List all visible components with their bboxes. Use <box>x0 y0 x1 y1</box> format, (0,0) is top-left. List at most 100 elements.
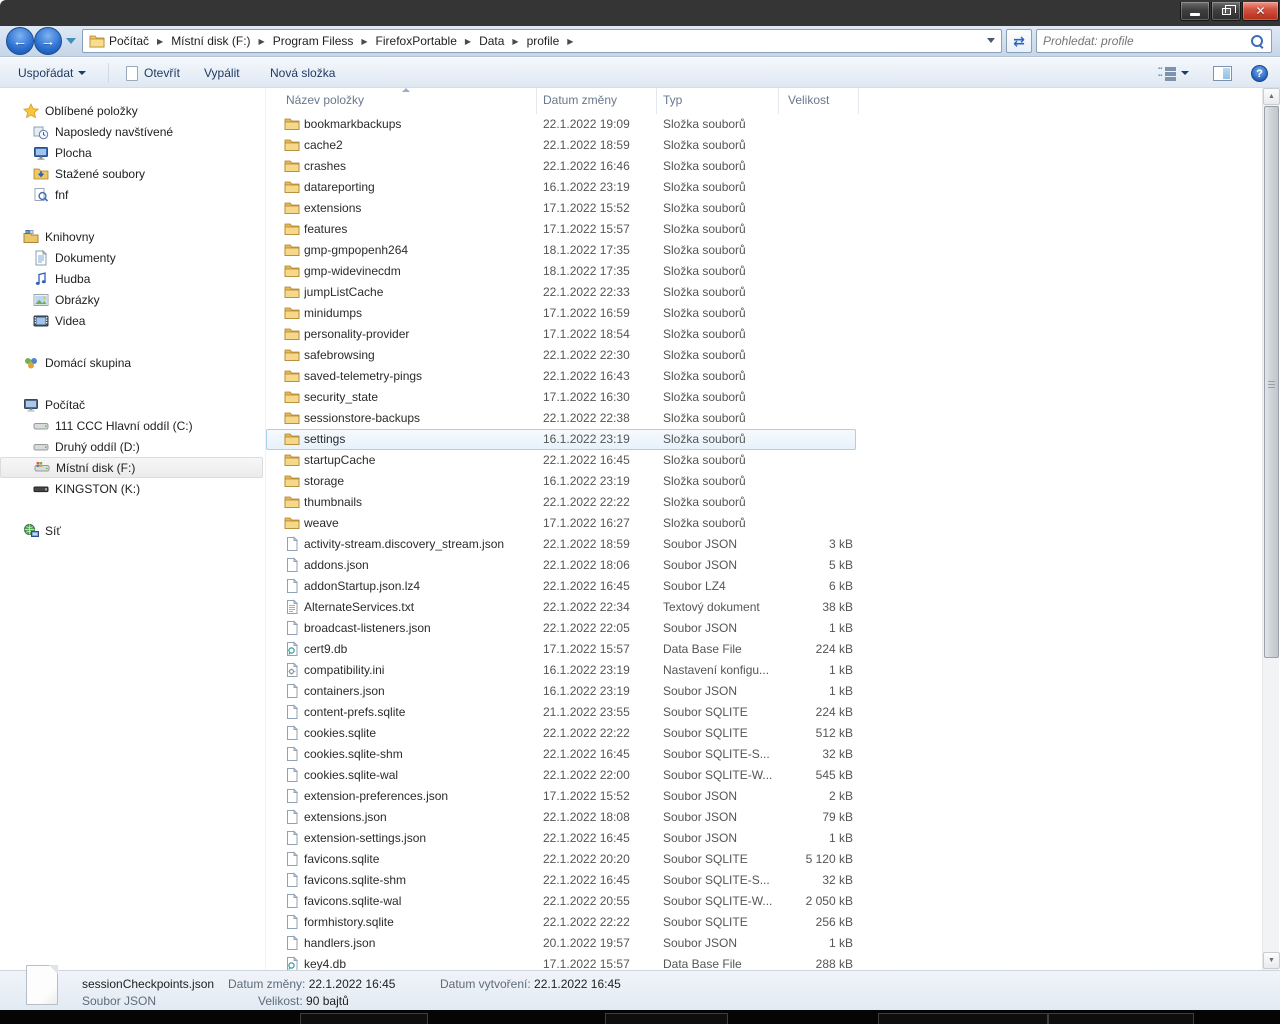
column-divider[interactable] <box>656 88 657 114</box>
file-row-gmp-widevinecdm[interactable]: gmp-widevinecdm 18.1.2022 17:35 Složka s… <box>266 261 1262 282</box>
refresh-button[interactable]: ⇄ <box>1006 29 1032 53</box>
sidebar-item-Druhý oddíl (D:)[interactable]: Druhý oddíl (D:) <box>0 436 263 457</box>
file-row-extension-settings.json[interactable]: extension-settings.json 22.1.2022 16:45 … <box>266 828 1262 849</box>
file-row-broadcast-listeners.json[interactable]: broadcast-listeners.json 22.1.2022 22:05… <box>266 618 1262 639</box>
change-view-button[interactable] <box>1150 62 1197 84</box>
sidebar-group-Knihovny[interactable]: Knihovny <box>0 226 263 247</box>
scroll-down-button[interactable]: ▼ <box>1263 952 1280 969</box>
sidebar-item-Obrázky[interactable]: Obrázky <box>0 289 263 310</box>
column-divider[interactable] <box>536 88 537 114</box>
file-row-extension-preferences.json[interactable]: extension-preferences.json 17.1.2022 15:… <box>266 786 1262 807</box>
column-divider[interactable] <box>778 88 779 114</box>
organize-button[interactable]: Uspořádat <box>10 62 94 84</box>
breadcrumb-separator-icon[interactable]: ▶ <box>251 37 273 46</box>
burn-button[interactable]: Vypálit <box>196 62 248 84</box>
file-row-handlers.json[interactable]: handlers.json 20.1.2022 19:57 Soubor JSO… <box>266 933 1262 954</box>
sidebar-item-Hudba[interactable]: Hudba <box>0 268 263 289</box>
address-dropdown-icon[interactable] <box>987 38 995 43</box>
search-icon[interactable] <box>1249 33 1265 49</box>
file-row-jumpListCache[interactable]: jumpListCache 22.1.2022 22:33 Složka sou… <box>266 282 1262 303</box>
sidebar-group-Počítač[interactable]: Počítač <box>0 394 263 415</box>
back-button[interactable]: ← <box>6 27 34 55</box>
file-row-saved-telemetry-pings[interactable]: saved-telemetry-pings 22.1.2022 16:43 Sl… <box>266 366 1262 387</box>
file-row-crashes[interactable]: crashes 22.1.2022 16:46 Složka souborů <box>266 156 1262 177</box>
sidebar-item-Stažené soubory[interactable]: Stažené soubory <box>0 163 263 184</box>
breadcrumb-item[interactable]: Program Filess <box>273 34 354 48</box>
sidebar-group-Domácí skupina[interactable]: Domácí skupina <box>0 352 263 373</box>
sidebar-item-111 CCC Hlavní oddíl (C:)[interactable]: 111 CCC Hlavní oddíl (C:) <box>0 415 263 436</box>
file-row-weave[interactable]: weave 17.1.2022 16:27 Složka souborů <box>266 513 1262 534</box>
breadcrumb-separator-icon[interactable]: ▶ <box>559 37 581 46</box>
breadcrumb-separator-icon[interactable]: ▶ <box>149 37 171 46</box>
file-row-security_state[interactable]: security_state 17.1.2022 16:30 Složka so… <box>266 387 1262 408</box>
file-row-cookies.sqlite-wal[interactable]: cookies.sqlite-wal 22.1.2022 22:00 Soubo… <box>266 765 1262 786</box>
column-header-date[interactable]: Datum změny <box>543 93 617 107</box>
file-row-storage[interactable]: storage 16.1.2022 23:19 Složka souborů <box>266 471 1262 492</box>
file-row-compatibility.ini[interactable]: compatibility.ini 16.1.2022 23:19 Nastav… <box>266 660 1262 681</box>
column-header-type[interactable]: Typ <box>663 93 682 107</box>
help-button[interactable]: ? <box>1243 62 1276 84</box>
breadcrumb-item[interactable]: Data <box>479 34 504 48</box>
close-button[interactable]: ✕ <box>1242 2 1279 21</box>
sidebar-item-Dokumenty[interactable]: Dokumenty <box>0 247 263 268</box>
breadcrumb-separator-icon[interactable]: ▶ <box>353 37 375 46</box>
taskbar-button[interactable] <box>878 1013 1048 1024</box>
breadcrumb-separator-icon[interactable]: ▶ <box>457 37 479 46</box>
file-row-gmp-gmpopenh264[interactable]: gmp-gmpopenh264 18.1.2022 17:35 Složka s… <box>266 240 1262 261</box>
taskbar-button[interactable] <box>605 1013 728 1024</box>
minimize-button[interactable] <box>1180 2 1210 21</box>
file-row-key4.db[interactable]: key4.db 17.1.2022 15:57 Data Base File 2… <box>266 954 1262 970</box>
file-row-formhistory.sqlite[interactable]: formhistory.sqlite 22.1.2022 22:22 Soubo… <box>266 912 1262 933</box>
new-folder-button[interactable]: Nová složka <box>262 62 343 84</box>
forward-button[interactable]: → <box>34 27 62 55</box>
file-row-extensions.json[interactable]: extensions.json 22.1.2022 18:08 Soubor J… <box>266 807 1262 828</box>
sidebar-item-fnf[interactable]: fnf <box>0 184 263 205</box>
breadcrumb-item[interactable]: Místní disk (F:) <box>171 34 250 48</box>
file-row-settings[interactable]: settings 16.1.2022 23:19 Složka souborů <box>266 429 856 450</box>
file-row-activity-stream.discovery_stream.json[interactable]: activity-stream.discovery_stream.json 22… <box>266 534 1262 555</box>
maximize-button[interactable] <box>1211 2 1241 21</box>
file-row-AlternateServices.txt[interactable]: AlternateServices.txt 22.1.2022 22:34 Te… <box>266 597 1262 618</box>
recent-pages-dropdown-icon[interactable] <box>66 38 76 44</box>
file-row-containers.json[interactable]: containers.json 16.1.2022 23:19 Soubor J… <box>266 681 1262 702</box>
sidebar-group-Oblíbené položky[interactable]: Oblíbené položky <box>0 100 263 121</box>
taskbar-button[interactable] <box>300 1013 428 1024</box>
file-row-thumbnails[interactable]: thumbnails 22.1.2022 22:22 Složka soubor… <box>266 492 1262 513</box>
file-row-features[interactable]: features 17.1.2022 15:57 Složka souborů <box>266 219 1262 240</box>
breadcrumb-item[interactable]: profile <box>527 34 560 48</box>
column-header-size[interactable]: Velikost <box>788 93 829 107</box>
file-row-favicons.sqlite-wal[interactable]: favicons.sqlite-wal 22.1.2022 20:55 Soub… <box>266 891 1262 912</box>
file-row-addons.json[interactable]: addons.json 22.1.2022 18:06 Soubor JSON … <box>266 555 1262 576</box>
file-row-startupCache[interactable]: startupCache 22.1.2022 16:45 Složka soub… <box>266 450 1262 471</box>
file-row-personality-provider[interactable]: personality-provider 17.1.2022 18:54 Slo… <box>266 324 1262 345</box>
file-row-bookmarkbackups[interactable]: bookmarkbackups 22.1.2022 19:09 Složka s… <box>266 114 1262 135</box>
sidebar-item-Naposledy navštívené[interactable]: Naposledy navštívené <box>0 121 263 142</box>
file-row-minidumps[interactable]: minidumps 17.1.2022 16:59 Složka souborů <box>266 303 1262 324</box>
scroll-up-button[interactable]: ▲ <box>1263 88 1280 105</box>
breadcrumb-separator-icon[interactable]: ▶ <box>504 37 526 46</box>
file-row-favicons.sqlite[interactable]: favicons.sqlite 22.1.2022 20:20 Soubor S… <box>266 849 1262 870</box>
file-row-cookies.sqlite-shm[interactable]: cookies.sqlite-shm 22.1.2022 16:45 Soubo… <box>266 744 1262 765</box>
breadcrumb-item[interactable]: Počítač <box>109 34 149 48</box>
search-box[interactable] <box>1036 29 1272 53</box>
sidebar-item-Místní disk (F:)[interactable]: Místní disk (F:) <box>0 457 263 478</box>
file-row-extensions[interactable]: extensions 17.1.2022 15:52 Složka soubor… <box>266 198 1262 219</box>
open-button[interactable]: Otevřít <box>118 62 188 84</box>
sidebar-item-Plocha[interactable]: Plocha <box>0 142 263 163</box>
sidebar-item-KINGSTON (K:)[interactable]: KINGSTON (K:) <box>0 478 263 499</box>
file-row-cookies.sqlite[interactable]: cookies.sqlite 22.1.2022 22:22 Soubor SQ… <box>266 723 1262 744</box>
taskbar-button[interactable] <box>1048 1013 1194 1024</box>
file-row-datareporting[interactable]: datareporting 16.1.2022 23:19 Složka sou… <box>266 177 1262 198</box>
breadcrumb-item[interactable]: FirefoxPortable <box>376 34 457 48</box>
scrollbar-thumb[interactable] <box>1264 106 1279 658</box>
file-row-content-prefs.sqlite[interactable]: content-prefs.sqlite 21.1.2022 23:55 Sou… <box>266 702 1262 723</box>
file-row-cache2[interactable]: cache2 22.1.2022 18:59 Složka souborů <box>266 135 1262 156</box>
sidebar-item-Videa[interactable]: Videa <box>0 310 263 331</box>
column-header-name[interactable]: Název položky <box>286 93 364 107</box>
column-divider[interactable] <box>858 88 859 114</box>
file-row-addonStartup.json.lz4[interactable]: addonStartup.json.lz4 22.1.2022 16:45 So… <box>266 576 1262 597</box>
preview-pane-button[interactable] <box>1205 62 1240 84</box>
file-row-safebrowsing[interactable]: safebrowsing 22.1.2022 22:30 Složka soub… <box>266 345 1262 366</box>
search-input[interactable] <box>1037 34 1249 48</box>
file-row-sessionstore-backups[interactable]: sessionstore-backups 22.1.2022 22:38 Slo… <box>266 408 1262 429</box>
